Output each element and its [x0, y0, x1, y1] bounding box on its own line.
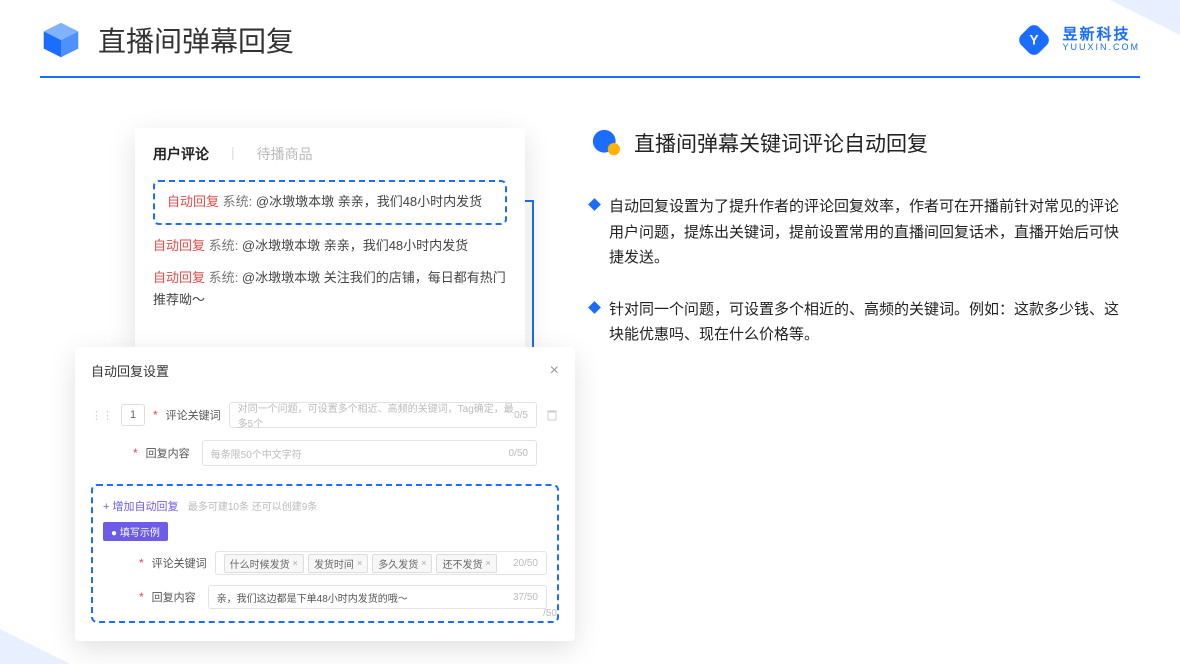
add-hint: 最多可建10条 还可以创建9条 [188, 502, 317, 513]
outside-count: /50 [543, 608, 557, 619]
message-text: @冰墩墩本墩 关注我们的店铺，每日都有热门推荐呦～ [153, 270, 506, 307]
comment-row: 自动回复 系统: @冰墩墩本墩 亲亲，我们48小时内发货 [153, 235, 507, 257]
description-column: 直播间弹幕关键词评论自动回复 自动回复设置为了提升作者的评论回复效率，作者可在开… [570, 128, 1180, 641]
example-keyword-count: 20/50 [513, 558, 538, 569]
content-row: * 回复内容 每条限50个中文字符 0/50 [91, 440, 559, 466]
chip-remove-icon[interactable]: × [293, 558, 298, 568]
chip-remove-icon[interactable]: × [485, 558, 490, 568]
trash-icon[interactable] [545, 408, 559, 422]
system-label: 系统: [209, 238, 239, 253]
bullet-text: 自动回复设置为了提升作者的评论回复效率，作者可在开播前针对常见的评论用户问题，提… [609, 194, 1130, 271]
diamond-icon [588, 301, 601, 314]
system-label: 系统: [223, 194, 253, 209]
bullet-item: 针对同一个问题，可设置多个相近的、高频的关键词。例如：这款多少钱、这块能优惠吗、… [590, 297, 1130, 348]
cube-icon [40, 21, 82, 59]
content-label: 回复内容 [146, 445, 194, 461]
example-content-text: 亲，我们这边都是下单48小时内发货的哦～ [217, 590, 408, 605]
chip-remove-icon[interactable]: × [357, 558, 362, 568]
chat-bubble-icon [590, 129, 622, 157]
brand-logo-icon: Y [1016, 22, 1052, 58]
example-box: + 增加自动回复 最多可建10条 还可以创建9条 ● 填写示例 * 评论关键词 … [91, 484, 559, 623]
required-dot: * [139, 556, 144, 570]
required-dot: * [153, 408, 158, 422]
auto-reply-tag: 自动回复 [153, 270, 205, 285]
example-keyword-label: 评论关键词 [152, 555, 207, 571]
message-text: @冰墩墩本墩 亲亲，我们48小时内发货 [242, 238, 468, 253]
page-title: 直播间弹幕回复 [98, 20, 1000, 60]
section-title: 直播间弹幕关键词评论自动回复 [634, 128, 928, 158]
chip-remove-icon[interactable]: × [421, 558, 426, 568]
content-input[interactable]: 每条限50个中文字符 0/50 [202, 440, 537, 466]
message-text: @冰墩墩本墩 亲亲，我们48小时内发货 [256, 194, 482, 209]
keyword-row: ⋮⋮ 1 * 评论关键词 对同一个问题，可设置多个相近、高频的关键词，Tag确定… [91, 402, 559, 428]
svg-text:Y: Y [1030, 33, 1039, 48]
screenshots-column: 用户评论 | 待播商品 自动回复 系统: @冰墩墩本墩 亲亲，我们48小时内发货… [0, 128, 570, 641]
corner-decoration-tr [1110, 0, 1180, 35]
content-count: 0/50 [509, 448, 528, 459]
keyword-placeholder: 对同一个问题，可设置多个相近、高频的关键词，Tag确定，最多5个 [238, 400, 514, 430]
keyword-chip[interactable]: 还不发货× [436, 554, 496, 573]
comment-row: 自动回复 系统: @冰墩墩本墩 关注我们的店铺，每日都有热门推荐呦～ [153, 267, 507, 311]
keyword-chip[interactable]: 发货时间× [308, 554, 368, 573]
add-auto-reply-link[interactable]: + 增加自动回复 [103, 501, 178, 513]
example-keyword-row: * 评论关键词 什么时候发货× 发货时间× 多久发货× 还不发货× 20/50 [103, 551, 547, 575]
keyword-input[interactable]: 对同一个问题，可设置多个相近、高频的关键词，Tag确定，最多5个 0/5 [229, 402, 537, 428]
keyword-chip[interactable]: 什么时候发货× [224, 554, 304, 573]
highlighted-auto-reply: 自动回复 系统: @冰墩墩本墩 亲亲，我们48小时内发货 [153, 180, 507, 225]
tab-user-comments[interactable]: 用户评论 [153, 144, 209, 164]
example-keyword-input[interactable]: 什么时候发货× 发货时间× 多久发货× 还不发货× 20/50 [215, 551, 547, 575]
comments-panel: 用户评论 | 待播商品 自动回复 系统: @冰墩墩本墩 亲亲，我们48小时内发货… [135, 128, 525, 351]
example-tag: ● 填写示例 [103, 522, 168, 541]
bullet-item: 自动回复设置为了提升作者的评论回复效率，作者可在开播前针对常见的评论用户问题，提… [590, 194, 1130, 271]
system-label: 系统: [209, 270, 239, 285]
example-content-input[interactable]: 亲，我们这边都是下单48小时内发货的哦～ 37/50 [208, 585, 547, 609]
header: 直播间弹幕回复 Y 昱新科技 YUUXIN.COM [0, 0, 1180, 70]
auto-reply-tag: 自动回复 [167, 194, 219, 209]
order-number: 1 [121, 404, 145, 426]
settings-title: 自动回复设置 [91, 361, 169, 380]
tab-pending-goods[interactable]: 待播商品 [257, 144, 313, 164]
tab-separator: | [231, 144, 235, 164]
required-dot: * [139, 590, 144, 604]
keyword-label: 评论关键词 [166, 407, 221, 423]
keyword-count: 0/5 [514, 410, 528, 421]
example-content-label: 回复内容 [152, 589, 200, 605]
example-content-count: 37/50 [513, 592, 538, 603]
auto-reply-tag: 自动回复 [153, 238, 205, 253]
diamond-icon [588, 198, 601, 211]
auto-reply-settings-panel: 自动回复设置 × ⋮⋮ 1 * 评论关键词 对同一个问题，可设置多个相近、高频的… [75, 347, 575, 641]
drag-handle-icon[interactable]: ⋮⋮ [91, 409, 113, 422]
brand-name-en: YUUXIN.COM [1062, 43, 1140, 53]
example-content-row: * 回复内容 亲，我们这边都是下单48小时内发货的哦～ 37/50 [103, 585, 547, 609]
content-placeholder: 每条限50个中文字符 [211, 446, 302, 461]
keyword-chip[interactable]: 多久发货× [372, 554, 432, 573]
required-dot: * [133, 446, 138, 460]
close-icon[interactable]: × [550, 362, 559, 380]
bullet-text: 针对同一个问题，可设置多个相近的、高频的关键词。例如：这款多少钱、这块能优惠吗、… [609, 297, 1130, 348]
